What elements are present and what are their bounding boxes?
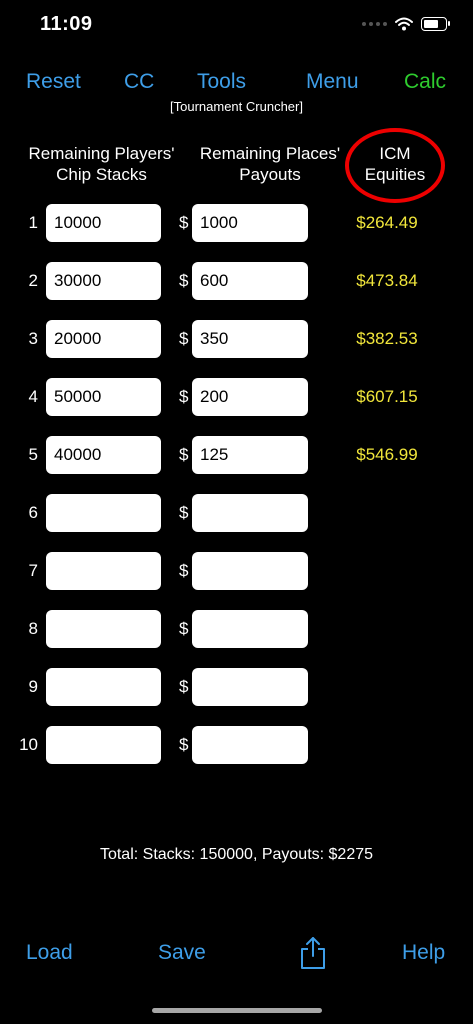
table-row: 5 $ $546.99 bbox=[0, 436, 473, 474]
icm-equity-value: $546.99 bbox=[356, 445, 418, 464]
load-button[interactable]: Load bbox=[26, 941, 73, 965]
payout-input[interactable] bbox=[192, 610, 308, 648]
payout-input[interactable] bbox=[192, 320, 308, 358]
currency-symbol: $ bbox=[179, 561, 189, 580]
icm-equity-value: $473.84 bbox=[356, 271, 418, 290]
signal-icon bbox=[362, 22, 387, 26]
currency-symbol: $ bbox=[179, 387, 189, 406]
reset-button[interactable]: Reset bbox=[26, 70, 81, 94]
icm-highlight-circle bbox=[345, 128, 445, 203]
row-number: 8 bbox=[28, 619, 38, 638]
chip-stack-input[interactable] bbox=[46, 436, 161, 474]
status-icons bbox=[362, 14, 450, 34]
table-row: 1 $ $264.49 bbox=[0, 204, 473, 242]
row-number: 10 bbox=[19, 735, 38, 754]
row-number: 5 bbox=[28, 445, 38, 464]
tools-button[interactable]: Tools bbox=[197, 70, 246, 94]
wifi-icon bbox=[395, 17, 413, 31]
share-icon[interactable] bbox=[299, 936, 327, 970]
status-time: 11:09 bbox=[40, 13, 93, 35]
table-row: 8 $ bbox=[0, 610, 473, 648]
currency-symbol: $ bbox=[179, 735, 189, 754]
chip-stack-input[interactable] bbox=[46, 726, 161, 764]
table-row: 3 $ $382.53 bbox=[0, 320, 473, 358]
currency-symbol: $ bbox=[179, 503, 189, 522]
row-number: 6 bbox=[28, 503, 38, 522]
currency-symbol: $ bbox=[179, 329, 189, 348]
row-number: 9 bbox=[28, 677, 38, 696]
payout-header-line2: Payouts bbox=[239, 165, 301, 184]
help-button[interactable]: Help bbox=[402, 941, 445, 965]
table-row: 6 $ bbox=[0, 494, 473, 532]
payout-input[interactable] bbox=[192, 436, 308, 474]
table-row: 4 $ $607.15 bbox=[0, 378, 473, 416]
table-row: 10 $ bbox=[0, 726, 473, 764]
row-number: 7 bbox=[28, 561, 38, 580]
calc-button[interactable]: Calc bbox=[404, 70, 446, 94]
currency-symbol: $ bbox=[179, 619, 189, 638]
chip-stack-input[interactable] bbox=[46, 610, 161, 648]
row-number: 3 bbox=[28, 329, 38, 348]
payout-input[interactable] bbox=[192, 494, 308, 532]
table-row: 7 $ bbox=[0, 552, 473, 590]
payout-input[interactable] bbox=[192, 552, 308, 590]
chip-stack-input[interactable] bbox=[46, 668, 161, 706]
icm-equity-value: $607.15 bbox=[356, 387, 418, 406]
app-subtitle: [Tournament Cruncher] bbox=[170, 99, 303, 114]
chip-stack-input[interactable] bbox=[46, 320, 161, 358]
payout-input[interactable] bbox=[192, 204, 308, 242]
table-row: 2 $ $473.84 bbox=[0, 262, 473, 300]
payout-input[interactable] bbox=[192, 668, 308, 706]
payout-input[interactable] bbox=[192, 378, 308, 416]
save-button[interactable]: Save bbox=[158, 941, 206, 965]
currency-symbol: $ bbox=[179, 677, 189, 696]
chip-header-line2: Chip Stacks bbox=[56, 165, 147, 184]
home-indicator bbox=[152, 1008, 322, 1013]
payout-input[interactable] bbox=[192, 726, 308, 764]
chip-stack-input[interactable] bbox=[46, 378, 161, 416]
icm-equity-value: $382.53 bbox=[356, 329, 418, 348]
chip-stack-input[interactable] bbox=[46, 262, 161, 300]
chip-header-line1: Remaining Players' bbox=[28, 144, 175, 163]
chip-stacks-header: Remaining Players' Chip Stacks bbox=[14, 143, 189, 185]
icm-equity-value: $264.49 bbox=[356, 213, 418, 232]
chip-stack-input[interactable] bbox=[46, 204, 161, 242]
menu-button[interactable]: Menu bbox=[306, 70, 359, 94]
payouts-header: Remaining Places' Payouts bbox=[187, 143, 353, 185]
chip-stack-input[interactable] bbox=[46, 494, 161, 532]
row-number: 2 bbox=[28, 271, 38, 290]
cc-button[interactable]: CC bbox=[124, 70, 154, 94]
battery-icon bbox=[421, 17, 450, 31]
currency-symbol: $ bbox=[179, 445, 189, 464]
table-row: 9 $ bbox=[0, 668, 473, 706]
row-number: 1 bbox=[28, 213, 38, 232]
chip-stack-input[interactable] bbox=[46, 552, 161, 590]
currency-symbol: $ bbox=[179, 213, 189, 232]
payout-header-line1: Remaining Places' bbox=[199, 144, 341, 163]
row-number: 4 bbox=[28, 387, 38, 406]
payout-input[interactable] bbox=[192, 262, 308, 300]
totals-summary: Total: Stacks: 150000, Payouts: $2275 bbox=[99, 846, 374, 863]
currency-symbol: $ bbox=[179, 271, 189, 290]
